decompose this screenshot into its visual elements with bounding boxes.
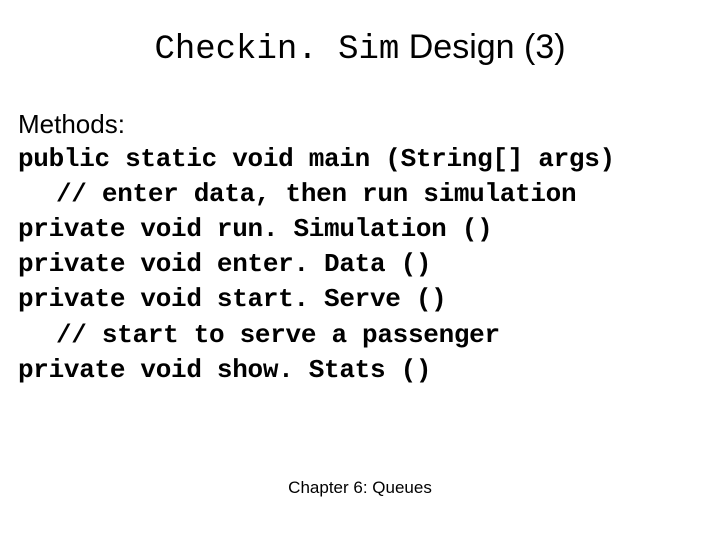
code-line-start-serve: private void start. Serve () [18, 282, 702, 317]
title-text-part: Design (3) [399, 28, 565, 66]
code-line-run-simulation: private void run. Simulation () [18, 212, 702, 247]
slide-title: Checkin. Sim Design (3) [18, 28, 702, 69]
title-code-part: Checkin. Sim [154, 31, 399, 69]
slide: Checkin. Sim Design (3) Methods: public … [0, 0, 720, 540]
code-line-enter-data: private void enter. Data () [18, 247, 702, 282]
code-comment-start-serve: // start to serve a passenger [18, 318, 702, 353]
code-comment-enter-data: // enter data, then run simulation [18, 177, 702, 212]
code-line-main: public static void main (String[] args) [18, 142, 702, 177]
slide-footer: Chapter 6: Queues [0, 478, 720, 498]
methods-heading: Methods: [18, 107, 702, 142]
slide-body: Methods: public static void main (String… [18, 107, 702, 388]
code-line-show-stats: private void show. Stats () [18, 353, 702, 388]
